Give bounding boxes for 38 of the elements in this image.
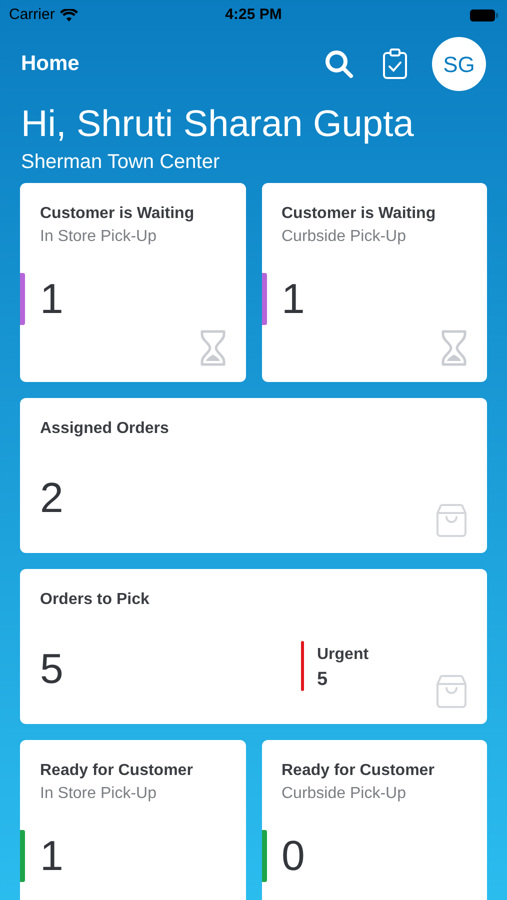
card-subtitle: Curbside Pick-Up [282, 227, 406, 247]
wifi-icon [60, 8, 78, 22]
card-subtitle: In Store Pick-Up [40, 227, 156, 247]
card-title: Customer is Waiting [40, 204, 194, 224]
urgent-count: 5 [317, 668, 328, 692]
card-count: 1 [40, 275, 64, 323]
card-subtitle: In Store Pick-Up [40, 784, 156, 804]
card-title: Ready for Customer [282, 761, 434, 781]
store-name: Sherman Town Center [20, 150, 221, 175]
card-count: 5 [40, 645, 64, 693]
card-count: 2 [40, 474, 64, 522]
card-count: 0 [282, 832, 305, 880]
search-icon[interactable] [324, 49, 354, 79]
page-title: Home [21, 51, 80, 78]
summary-card[interactable]: Ready for Customer In Store Pick-Up 1 [20, 740, 246, 900]
card-title: Orders to Pick [40, 590, 150, 610]
urgent-label: Urgent [317, 645, 369, 665]
summary-card[interactable]: Customer is Waiting Curbside Pick-Up 1 [262, 183, 487, 382]
hourglass-icon [441, 330, 467, 366]
card-title: Customer is Waiting [282, 204, 436, 224]
card-count: 1 [282, 275, 305, 323]
clipboard-check-icon[interactable] [382, 48, 408, 80]
shopping-bag-icon [436, 504, 467, 537]
hourglass-icon [200, 330, 226, 366]
card-title: Assigned Orders [40, 419, 169, 439]
user-avatar[interactable]: SG [432, 37, 486, 91]
summary-card[interactable]: Customer is Waiting In Store Pick-Up 1 [20, 183, 246, 382]
summary-card[interactable]: Ready for Customer Curbside Pick-Up 0 [262, 740, 487, 900]
greeting-heading: Hi, Shruti Sharan Gupta [20, 102, 415, 146]
card-count: 1 [40, 832, 64, 880]
battery-icon [470, 8, 498, 22]
card-title: Ready for Customer [40, 761, 193, 781]
clock-time: 4:25 PM [225, 4, 282, 25]
carrier-label: Carrier [9, 4, 55, 25]
card-subtitle: Curbside Pick-Up [282, 784, 406, 804]
summary-card[interactable]: Assigned Orders 2 [20, 398, 487, 553]
shopping-bag-icon [436, 675, 467, 708]
summary-card[interactable]: Orders to Pick 5 Urgent 5 [20, 569, 487, 724]
